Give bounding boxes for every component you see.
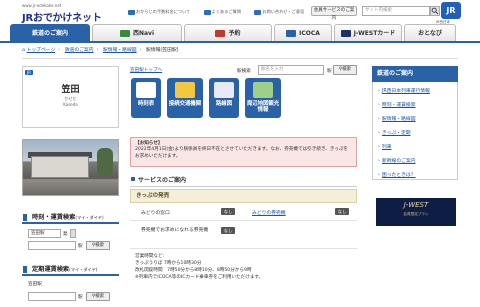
jr-badge: JR [25, 70, 33, 75]
service-label: 券売機でお求めになれる券売機 [141, 228, 209, 233]
station-name-card: JR 笠田 かせだ Kaseda [22, 66, 119, 128]
timetable-icon [136, 82, 156, 98]
card-icon [340, 30, 351, 37]
station-search-button[interactable]: ⚲検索 [333, 65, 357, 75]
commuter-search-button[interactable]: ⚲検索 [86, 292, 110, 301]
service-label: みどりの窓口 [141, 211, 170, 216]
tab-jwest-card[interactable]: J-WESTカード [334, 24, 402, 41]
top-link-contact[interactable]: お問い合わせ・ご意見 [254, 9, 310, 15]
station-search-input[interactable]: 駅名を入力 [258, 65, 324, 75]
status-badge: なし [335, 208, 349, 215]
railway-guide-list: › JR西日本列車運行情報 › 時刻・運賃検索 › 駅情報・路線図 › きっぷ・定期 ›… [372, 82, 458, 180]
guide-item-trains[interactable]: › 列車 [378, 143, 392, 150]
breadcrumb-current: 駅情報(笠田駅) [146, 48, 179, 53]
commuter-to-input[interactable] [28, 292, 76, 301]
from-suffix: 発 [63, 232, 68, 237]
chevron-down-icon[interactable] [70, 229, 76, 238]
area-map-button[interactable]: 周辺地図観光情報 [245, 78, 281, 118]
station-romaji: Kaseda [63, 102, 78, 107]
photo-tree [97, 148, 113, 176]
from-station-input[interactable]: 笠田駅 [28, 229, 61, 238]
guide-item-operation-info[interactable]: › JR西日本列車運行情報 [378, 87, 430, 94]
arrow-icon: › [378, 145, 380, 150]
tab-railway[interactable]: 鉄道のご案内 [10, 24, 90, 41]
commuter-from: 笠田駅 [28, 282, 42, 287]
bus-icon [175, 82, 195, 98]
status-badge: なし [221, 227, 235, 234]
breadcrumb-divider [22, 58, 458, 59]
route-map-button[interactable]: 路線図 [209, 78, 239, 118]
arrow-icon: › [378, 117, 380, 122]
status-badge: なし [221, 208, 235, 215]
top-link-faq[interactable]: よくあるご質問 [203, 9, 247, 15]
station-search-suffix: 駅 [327, 69, 332, 74]
timetable-search-button[interactable]: ⚲検索 [86, 241, 110, 250]
station-photo [22, 139, 119, 196]
top-links: おからじの手数料金について よくあるご質問 お問い合わせ・ご意見 [128, 9, 316, 15]
guide-item-help[interactable]: › 困ったときは？ [378, 171, 416, 178]
timetable-button[interactable]: 時刻表 [131, 78, 161, 118]
jwest-banner[interactable]: J-WEST 会員限定プラン [376, 198, 456, 226]
question-icon [203, 9, 211, 15]
map-icon [253, 82, 273, 98]
ticket-sales-heading: きっぷの発売 [130, 189, 357, 203]
guide-item-tickets[interactable]: › きっぷ・定期 [378, 129, 411, 136]
business-hours: 営業時間など: きっぷうりば 7時から10時30分 改札開錠時間 7時50分から… [135, 254, 264, 280]
arrow-icon: › [378, 89, 380, 94]
notice-box: 【お知らせ】 2022年4月1日(金)より駅係員を終日不在とさせていただきます。… [130, 137, 357, 167]
home-icon: ⌂ [22, 48, 26, 53]
photo-building [31, 156, 89, 178]
nav-underline [0, 41, 480, 43]
breadcrumb-top[interactable]: トップページ [27, 48, 56, 53]
tab-reservation[interactable]: 予約 [184, 24, 272, 41]
ticket-machine-link[interactable]: みどりの券売機 [252, 209, 286, 216]
arrow-icon: › [378, 173, 380, 178]
site-logo[interactable]: JRおでかけネット [22, 9, 102, 24]
guide-item-shinkansen[interactable]: › 新幹線のご案内 [378, 157, 416, 164]
notice-body: 2022年4月1日(金)より駅係員を終日不在とさせていただきます。なお、券売機で… [135, 147, 349, 159]
guide-item-station-info[interactable]: › 駅情報・路線図 [378, 115, 416, 122]
tab-otonabi[interactable]: おとなび [404, 24, 456, 41]
icoca-icon [286, 30, 297, 37]
connecting-transport-button[interactable]: 接続交通機関 [167, 78, 203, 118]
tab-icoca[interactable]: ICOCA [274, 24, 332, 41]
service-row: 券売機でお求めになれる券売機 なし [130, 221, 357, 249]
station-top-link[interactable]: 笠田駅トップへ [130, 67, 162, 73]
breadcrumb: ⌂ トップページ › 鉄道のご案内 › 駅情報・路線図 › 駅情報(笠田駅) [22, 48, 179, 53]
arrow-icon: › [378, 131, 380, 136]
to-suffix: 駅 [78, 244, 83, 249]
top-link-fee[interactable]: おからじの手数料金について [128, 9, 196, 15]
station-search-label: 駅検索 [237, 69, 251, 74]
arrow-icon: › [378, 159, 380, 164]
search-icon[interactable] [430, 6, 440, 16]
site-search-input[interactable]: サイト内検索 [362, 6, 430, 16]
arrow-icon: › [378, 103, 380, 108]
notice-title: 【お知らせ】 [135, 141, 163, 146]
mail-icon [254, 9, 262, 15]
member-service-button[interactable]: 会員サービスのご案内 [311, 6, 357, 21]
jr-west-logo[interactable]: JR [441, 2, 461, 19]
railway-guide-heading: 鉄道のご案内 [372, 66, 458, 82]
guide-item-fare-search[interactable]: › 時刻・運賃検索 [378, 101, 416, 108]
to-station-input[interactable] [28, 241, 76, 250]
service-row: みどりの窓口 なし みどりの券売機 なし [130, 204, 357, 221]
global-nav: 鉄道のご案内 西Navi 予約 ICOCA J-WESTカード おとなび [10, 24, 456, 41]
station-name: 笠田 [61, 85, 80, 95]
service-heading: サービスのご案内 [130, 175, 357, 187]
commuter-to-suffix: 駅 [78, 295, 83, 300]
site-url: www.jr-odekake.net [22, 3, 62, 8]
breadcrumb-railway[interactable]: 鉄道のご案内 [65, 48, 94, 53]
breadcrumb-station-info[interactable]: 駅情報・路線図 [103, 48, 137, 53]
info-icon [128, 9, 135, 15]
commuter-search-heading: 定期運賃検索(マイ・ダイヤ) [22, 264, 119, 276]
timetable-search-heading: 時刻・運賃検索(マイ・ダイヤ) [22, 212, 119, 224]
nishinavi-icon [119, 30, 130, 37]
tab-nishinavi[interactable]: 西Navi [92, 24, 182, 41]
reservation-icon [215, 30, 226, 37]
route-map-icon [214, 82, 234, 98]
